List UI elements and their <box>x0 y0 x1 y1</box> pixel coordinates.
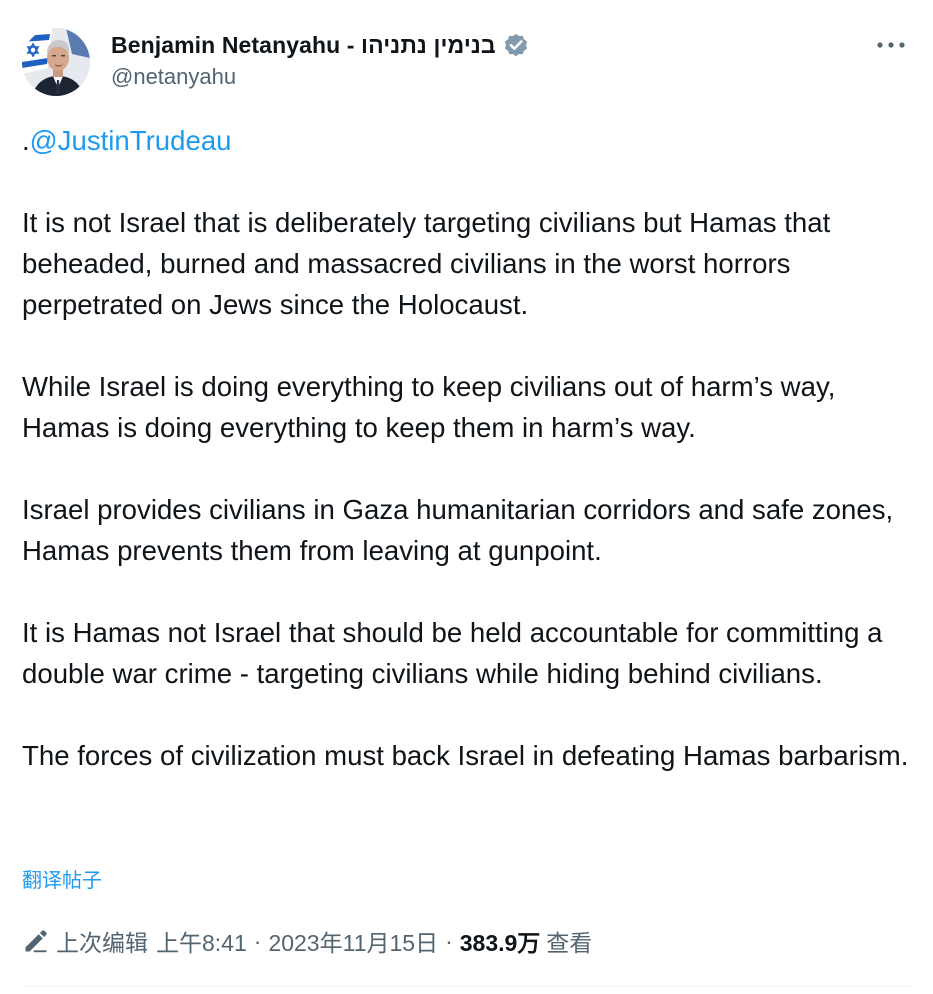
post-date[interactable]: 2023年11月15日 <box>268 924 438 958</box>
tweet-paragraph: Israel provides civilians in Gaza humani… <box>22 494 894 566</box>
post-time[interactable]: 上午8:41 <box>156 924 247 958</box>
tweet-paragraph: While Israel is doing everything to keep… <box>22 371 836 443</box>
pencil-icon[interactable] <box>22 927 50 955</box>
meta-separator: · <box>253 927 262 954</box>
tweet-paragraph: The forces of civilization must back Isr… <box>22 740 909 771</box>
views-count: 383.9万 <box>459 930 541 956</box>
more-dots-icon <box>877 42 905 48</box>
tweet-card: Benjamin Netanyahu - בנימין נתניהו @neta… <box>0 0 933 994</box>
views-label: 查看 <box>546 930 593 956</box>
author-display-name[interactable]: Benjamin Netanyahu - בנימין נתניהו <box>111 32 496 59</box>
more-options-button[interactable] <box>866 30 916 60</box>
tweet-mention-line: .@JustinTrudeau <box>22 120 922 161</box>
verified-badge-icon[interactable] <box>502 31 530 59</box>
author-name-row: Benjamin Netanyahu - בנימין נתניהו <box>111 28 530 62</box>
avatar-image <box>22 28 90 96</box>
meta-separator: · <box>445 927 453 954</box>
translate-post-link[interactable]: 翻译帖子 <box>22 864 102 893</box>
mention-link[interactable]: @JustinTrudeau <box>30 125 232 156</box>
edited-label[interactable]: 上次编辑 <box>56 924 148 958</box>
tweet-text: .@JustinTrudeau It is not Israel that is… <box>22 120 922 817</box>
tweet-paragraph: It is not Israel that is deliberately ta… <box>22 207 831 320</box>
tweet-paragraph: It is Hamas not Israel that should be he… <box>22 617 883 689</box>
tweet-meta: 上次编辑 上午8:41 · 2023年11月15日 · 383.9万 查看 <box>22 922 592 960</box>
avatar[interactable] <box>22 28 90 96</box>
author-handle[interactable]: @netanyahu <box>111 64 236 90</box>
lead-punctuation: . <box>22 125 30 156</box>
divider <box>22 986 912 987</box>
